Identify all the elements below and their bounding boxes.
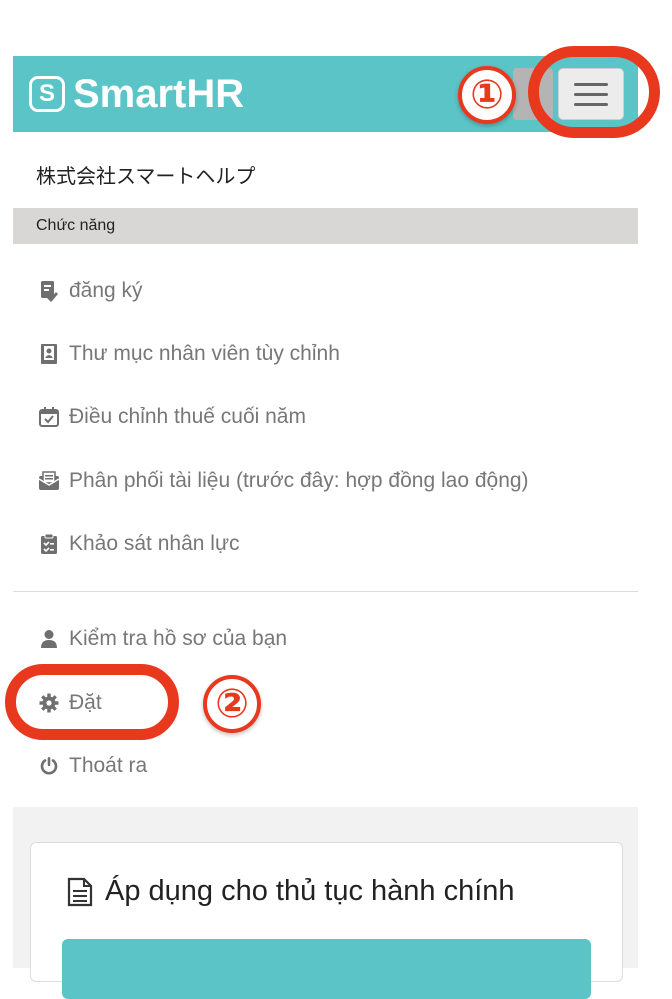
- menu-divider: [13, 591, 638, 592]
- menu-item-check-profile[interactable]: Kiểm tra hồ sơ của bạn: [38, 624, 287, 654]
- menu-item-label: Thư mục nhân viên tùy chỉnh: [69, 342, 340, 365]
- annotation-step-1: ①: [458, 66, 516, 124]
- logo-s-icon: S: [29, 76, 65, 112]
- user-icon: [38, 628, 60, 650]
- menu-item-label: Kiểm tra hồ sơ của bạn: [69, 627, 288, 650]
- menu-item-document-distribution[interactable]: Phân phối tài liệu (trước đây: hợp đồng …: [38, 466, 529, 496]
- power-icon: [38, 755, 60, 777]
- envelope-document-icon: [38, 470, 60, 492]
- annotation-ring-menu: [528, 46, 660, 138]
- menu-item-registration[interactable]: đăng ký: [38, 276, 143, 306]
- menu-item-label: Thoát ra: [69, 754, 148, 777]
- calendar-check-icon: [38, 406, 60, 428]
- annotation-ring-settings: [5, 664, 179, 740]
- smarthr-logo[interactable]: S SmartHR: [29, 73, 244, 115]
- survey-clipboard-icon: [38, 533, 60, 555]
- menu-item-logout[interactable]: Thoát ra: [38, 751, 147, 781]
- menu-item-label: Điều chỉnh thuế cuối năm: [69, 405, 306, 428]
- menu-item-label: Phân phối tài liệu (trước đây: hợp đồng …: [69, 469, 529, 492]
- menu-item-employee-directory[interactable]: Thư mục nhân viên tùy chỉnh: [38, 339, 340, 369]
- company-name: 株式会社スマートヘルプ: [36, 166, 256, 188]
- menu-item-workforce-survey[interactable]: Khảo sát nhân lực: [38, 529, 240, 559]
- menu-item-tax-adjustment[interactable]: Điều chỉnh thuế cuối năm: [38, 402, 306, 432]
- logo-text: SmartHR: [73, 72, 245, 116]
- admin-procedures-card: Áp dụng cho thủ tục hành chính: [30, 842, 623, 999]
- menu-item-label: Khảo sát nhân lực: [69, 532, 240, 555]
- clipboard-check-icon: [38, 280, 60, 302]
- contact-book-icon: [38, 343, 60, 365]
- card-title-text: Áp dụng cho thủ tục hành chính: [105, 875, 515, 907]
- annotation-step-2: ②: [203, 675, 261, 733]
- menu-item-label: đăng ký: [69, 279, 143, 302]
- section-header-functions: Chức năng: [13, 208, 638, 244]
- document-icon: [67, 877, 95, 907]
- card-title: Áp dụng cho thủ tục hành chính: [67, 875, 515, 908]
- apply-procedure-button[interactable]: [62, 939, 591, 999]
